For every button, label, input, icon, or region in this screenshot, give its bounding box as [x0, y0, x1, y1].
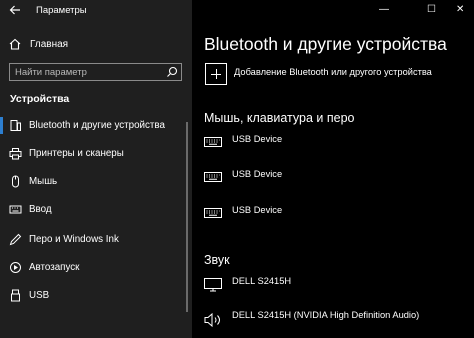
- plus-icon-stroke: [216, 69, 217, 79]
- device-item[interactable]: DELL S2415H: [192, 273, 474, 297]
- group-title-input-devices: Мышь, клавиатура и перо: [204, 111, 355, 125]
- search-placeholder: Найти параметр: [15, 67, 87, 78]
- device-item[interactable]: DELL S2415H (NVIDIA High Definition Audi…: [192, 307, 474, 331]
- add-device-label[interactable]: Добавление Bluetooth или другого устройс…: [234, 67, 432, 77]
- keyboard-icon: [204, 137, 222, 147]
- maximize-button[interactable]: ☐: [427, 4, 436, 15]
- sidebar-item-label: Мышь: [29, 176, 58, 187]
- sidebar-item-label: Перо и Windows Ink: [29, 234, 119, 245]
- sidebar: Параметры Главная Найти параметр Устройс…: [0, 0, 192, 338]
- keyboard-icon: [204, 172, 222, 182]
- device-label: USB Device: [232, 134, 283, 144]
- selection-indicator: [0, 117, 3, 134]
- sidebar-item-pen[interactable]: Перо и Windows Ink: [0, 229, 185, 251]
- device-item[interactable]: USB Device: [192, 202, 474, 226]
- usb-icon: [11, 289, 20, 302]
- device-item[interactable]: USB Device: [192, 166, 474, 190]
- add-device-button[interactable]: [205, 63, 227, 85]
- sidebar-item-printers[interactable]: Принтеры и сканеры: [0, 143, 185, 165]
- sidebar-item-autoplay[interactable]: Автозапуск: [0, 257, 185, 279]
- sidebar-item-label: Bluetooth и другие устройства: [29, 120, 165, 131]
- search-icon[interactable]: [166, 66, 178, 78]
- sidebar-item-input[interactable]: Ввод: [0, 199, 185, 221]
- back-arrow-icon[interactable]: [8, 3, 22, 17]
- section-title: Устройства: [10, 93, 70, 105]
- keyboard-icon: [204, 208, 222, 218]
- autoplay-icon: [10, 262, 21, 273]
- sidebar-item-label: Принтеры и сканеры: [29, 148, 124, 159]
- printer-icon: [9, 148, 22, 160]
- sidebar-scrollbar[interactable]: [186, 122, 188, 312]
- home-icon: [9, 38, 21, 50]
- device-label: USB Device: [232, 205, 283, 215]
- monitor-icon: [204, 278, 222, 292]
- device-label: DELL S2415H (NVIDIA High Definition Audi…: [232, 310, 420, 320]
- sidebar-item-home[interactable]: Главная: [0, 33, 192, 55]
- title-bar: Параметры: [0, 0, 192, 22]
- device-item[interactable]: USB Device: [192, 131, 474, 155]
- home-label: Главная: [30, 39, 69, 50]
- group-title-audio: Звук: [204, 253, 230, 267]
- main-content: — ☐ ✕ Bluetooth и другие устройства Доба…: [192, 0, 474, 338]
- bluetooth-devices-icon: [10, 120, 21, 131]
- page-title: Bluetooth и другие устройства: [204, 34, 447, 54]
- close-button[interactable]: ✕: [456, 4, 464, 15]
- sidebar-item-mouse[interactable]: Мышь: [0, 171, 185, 193]
- app-title: Параметры: [36, 5, 87, 16]
- device-label: DELL S2415H: [232, 276, 292, 286]
- mouse-icon: [12, 175, 19, 188]
- device-label: USB Device: [232, 169, 283, 179]
- sidebar-item-label: Автозапуск: [29, 262, 80, 273]
- search-input[interactable]: Найти параметр: [9, 63, 182, 81]
- pen-icon: [9, 233, 22, 246]
- keyboard-input-icon: [9, 205, 22, 214]
- speaker-icon: [204, 312, 220, 328]
- minimize-button[interactable]: —: [379, 4, 389, 15]
- sidebar-item-usb[interactable]: USB: [0, 285, 185, 307]
- sidebar-item-label: Ввод: [29, 204, 52, 215]
- sidebar-item-label: USB: [29, 290, 50, 301]
- sidebar-item-bluetooth[interactable]: Bluetooth и другие устройства: [0, 115, 185, 137]
